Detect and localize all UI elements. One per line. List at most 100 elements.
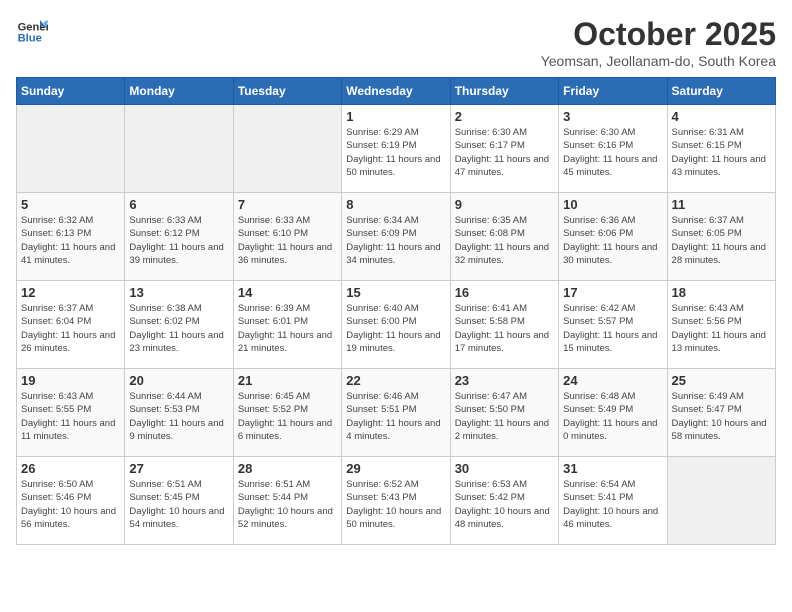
logo-icon: General Blue bbox=[16, 16, 48, 48]
logo: General Blue bbox=[16, 16, 48, 48]
day-info: Sunrise: 6:35 AMSunset: 6:08 PMDaylight:… bbox=[455, 214, 554, 267]
day-info: Sunrise: 6:43 AMSunset: 5:56 PMDaylight:… bbox=[672, 302, 771, 355]
calendar-cell: 7 Sunrise: 6:33 AMSunset: 6:10 PMDaylight… bbox=[233, 193, 341, 281]
calendar-cell: 18 Sunrise: 6:43 AMSunset: 5:56 PMDayligh… bbox=[667, 281, 775, 369]
calendar-cell bbox=[125, 105, 233, 193]
location-subtitle: Yeomsan, Jeollanam-do, South Korea bbox=[541, 53, 776, 69]
calendar-cell: 23 Sunrise: 6:47 AMSunset: 5:50 PMDayligh… bbox=[450, 369, 558, 457]
weekday-header-thursday: Thursday bbox=[450, 78, 558, 105]
day-number: 9 bbox=[455, 197, 554, 212]
calendar-cell bbox=[17, 105, 125, 193]
day-info: Sunrise: 6:29 AMSunset: 6:19 PMDaylight:… bbox=[346, 126, 445, 179]
day-number: 1 bbox=[346, 109, 445, 124]
calendar-cell: 9 Sunrise: 6:35 AMSunset: 6:08 PMDaylight… bbox=[450, 193, 558, 281]
day-number: 11 bbox=[672, 197, 771, 212]
day-number: 4 bbox=[672, 109, 771, 124]
month-title: October 2025 bbox=[541, 16, 776, 53]
weekday-header-sunday: Sunday bbox=[17, 78, 125, 105]
calendar-table: SundayMondayTuesdayWednesdayThursdayFrid… bbox=[16, 77, 776, 545]
day-info: Sunrise: 6:33 AMSunset: 6:10 PMDaylight:… bbox=[238, 214, 337, 267]
day-info: Sunrise: 6:51 AMSunset: 5:44 PMDaylight:… bbox=[238, 478, 337, 531]
day-info: Sunrise: 6:44 AMSunset: 5:53 PMDaylight:… bbox=[129, 390, 228, 443]
day-number: 17 bbox=[563, 285, 662, 300]
page-header: General Blue October 2025 Yeomsan, Jeoll… bbox=[16, 16, 776, 69]
svg-text:Blue: Blue bbox=[18, 33, 42, 45]
day-info: Sunrise: 6:49 AMSunset: 5:47 PMDaylight:… bbox=[672, 390, 771, 443]
day-info: Sunrise: 6:52 AMSunset: 5:43 PMDaylight:… bbox=[346, 478, 445, 531]
day-number: 19 bbox=[21, 373, 120, 388]
calendar-cell: 22 Sunrise: 6:46 AMSunset: 5:51 PMDayligh… bbox=[342, 369, 450, 457]
calendar-cell: 28Sunrise: 6:51 AMSunset: 5:44 PMDayligh… bbox=[233, 457, 341, 545]
calendar-cell: 16Sunrise: 6:41 AMSunset: 5:58 PMDayligh… bbox=[450, 281, 558, 369]
day-number: 29 bbox=[346, 461, 445, 476]
calendar-cell: 25 Sunrise: 6:49 AMSunset: 5:47 PMDayligh… bbox=[667, 369, 775, 457]
day-number: 31 bbox=[563, 461, 662, 476]
calendar-cell: 13 Sunrise: 6:38 AMSunset: 6:02 PMDayligh… bbox=[125, 281, 233, 369]
weekday-header-saturday: Saturday bbox=[667, 78, 775, 105]
day-number: 3 bbox=[563, 109, 662, 124]
day-info: Sunrise: 6:54 AMSunset: 5:41 PMDaylight:… bbox=[563, 478, 662, 531]
day-number: 23 bbox=[455, 373, 554, 388]
day-number: 18 bbox=[672, 285, 771, 300]
calendar-cell: 8 Sunrise: 6:34 AMSunset: 6:09 PMDaylight… bbox=[342, 193, 450, 281]
calendar-cell: 3 Sunrise: 6:30 AMSunset: 6:16 PMDaylight… bbox=[559, 105, 667, 193]
weekday-header-friday: Friday bbox=[559, 78, 667, 105]
day-number: 25 bbox=[672, 373, 771, 388]
day-info: Sunrise: 6:38 AMSunset: 6:02 PMDaylight:… bbox=[129, 302, 228, 355]
day-number: 21 bbox=[238, 373, 337, 388]
day-info: Sunrise: 6:31 AMSunset: 6:15 PMDaylight:… bbox=[672, 126, 771, 179]
calendar-cell: 11 Sunrise: 6:37 AMSunset: 6:05 PMDayligh… bbox=[667, 193, 775, 281]
svg-text:General: General bbox=[18, 21, 48, 33]
calendar-cell: 10 Sunrise: 6:36 AMSunset: 6:06 PMDayligh… bbox=[559, 193, 667, 281]
calendar-cell: 14 Sunrise: 6:39 AMSunset: 6:01 PMDayligh… bbox=[233, 281, 341, 369]
calendar-cell: 6 Sunrise: 6:33 AMSunset: 6:12 PMDaylight… bbox=[125, 193, 233, 281]
day-info: Sunrise: 6:42 AMSunset: 5:57 PMDaylight:… bbox=[563, 302, 662, 355]
day-number: 13 bbox=[129, 285, 228, 300]
day-info: Sunrise: 6:34 AMSunset: 6:09 PMDaylight:… bbox=[346, 214, 445, 267]
calendar-cell: 31 Sunrise: 6:54 AMSunset: 5:41 PMDayligh… bbox=[559, 457, 667, 545]
day-info: Sunrise: 6:51 AMSunset: 5:45 PMDaylight:… bbox=[129, 478, 228, 531]
calendar-cell: 4 Sunrise: 6:31 AMSunset: 6:15 PMDaylight… bbox=[667, 105, 775, 193]
calendar-cell: 17 Sunrise: 6:42 AMSunset: 5:57 PMDayligh… bbox=[559, 281, 667, 369]
day-info: Sunrise: 6:40 AMSunset: 6:00 PMDaylight:… bbox=[346, 302, 445, 355]
day-info: Sunrise: 6:41 AMSunset: 5:58 PMDaylight:… bbox=[455, 302, 554, 355]
day-info: Sunrise: 6:53 AMSunset: 5:42 PMDaylight:… bbox=[455, 478, 554, 531]
day-info: Sunrise: 6:39 AMSunset: 6:01 PMDaylight:… bbox=[238, 302, 337, 355]
day-number: 27 bbox=[129, 461, 228, 476]
weekday-header-wednesday: Wednesday bbox=[342, 78, 450, 105]
calendar-cell: 12Sunrise: 6:37 AMSunset: 6:04 PMDayligh… bbox=[17, 281, 125, 369]
day-number: 6 bbox=[129, 197, 228, 212]
day-info: Sunrise: 6:36 AMSunset: 6:06 PMDaylight:… bbox=[563, 214, 662, 267]
title-block: October 2025 Yeomsan, Jeollanam-do, Sout… bbox=[541, 16, 776, 69]
weekday-header-tuesday: Tuesday bbox=[233, 78, 341, 105]
day-info: Sunrise: 6:32 AMSunset: 6:13 PMDaylight:… bbox=[21, 214, 120, 267]
calendar-cell: 2 Sunrise: 6:30 AMSunset: 6:17 PMDaylight… bbox=[450, 105, 558, 193]
weekday-header-monday: Monday bbox=[125, 78, 233, 105]
day-number: 22 bbox=[346, 373, 445, 388]
day-info: Sunrise: 6:37 AMSunset: 6:04 PMDaylight:… bbox=[21, 302, 120, 355]
calendar-cell: 29 Sunrise: 6:52 AMSunset: 5:43 PMDayligh… bbox=[342, 457, 450, 545]
day-info: Sunrise: 6:45 AMSunset: 5:52 PMDaylight:… bbox=[238, 390, 337, 443]
day-number: 20 bbox=[129, 373, 228, 388]
day-number: 10 bbox=[563, 197, 662, 212]
calendar-cell: 26Sunrise: 6:50 AMSunset: 5:46 PMDayligh… bbox=[17, 457, 125, 545]
day-number: 24 bbox=[563, 373, 662, 388]
day-number: 7 bbox=[238, 197, 337, 212]
calendar-cell bbox=[233, 105, 341, 193]
day-info: Sunrise: 6:33 AMSunset: 6:12 PMDaylight:… bbox=[129, 214, 228, 267]
day-info: Sunrise: 6:37 AMSunset: 6:05 PMDaylight:… bbox=[672, 214, 771, 267]
calendar-cell: 5Sunrise: 6:32 AMSunset: 6:13 PMDaylight… bbox=[17, 193, 125, 281]
calendar-cell: 21 Sunrise: 6:45 AMSunset: 5:52 PMDayligh… bbox=[233, 369, 341, 457]
day-number: 2 bbox=[455, 109, 554, 124]
calendar-cell: 24 Sunrise: 6:48 AMSunset: 5:49 PMDayligh… bbox=[559, 369, 667, 457]
day-info: Sunrise: 6:50 AMSunset: 5:46 PMDaylight:… bbox=[21, 478, 120, 531]
day-number: 8 bbox=[346, 197, 445, 212]
calendar-cell: 1 Sunrise: 6:29 AMSunset: 6:19 PMDaylight… bbox=[342, 105, 450, 193]
day-number: 14 bbox=[238, 285, 337, 300]
day-info: Sunrise: 6:48 AMSunset: 5:49 PMDaylight:… bbox=[563, 390, 662, 443]
day-info: Sunrise: 6:47 AMSunset: 5:50 PMDaylight:… bbox=[455, 390, 554, 443]
day-info: Sunrise: 6:30 AMSunset: 6:16 PMDaylight:… bbox=[563, 126, 662, 179]
calendar-cell: 19Sunrise: 6:43 AMSunset: 5:55 PMDayligh… bbox=[17, 369, 125, 457]
day-info: Sunrise: 6:46 AMSunset: 5:51 PMDaylight:… bbox=[346, 390, 445, 443]
day-info: Sunrise: 6:30 AMSunset: 6:17 PMDaylight:… bbox=[455, 126, 554, 179]
